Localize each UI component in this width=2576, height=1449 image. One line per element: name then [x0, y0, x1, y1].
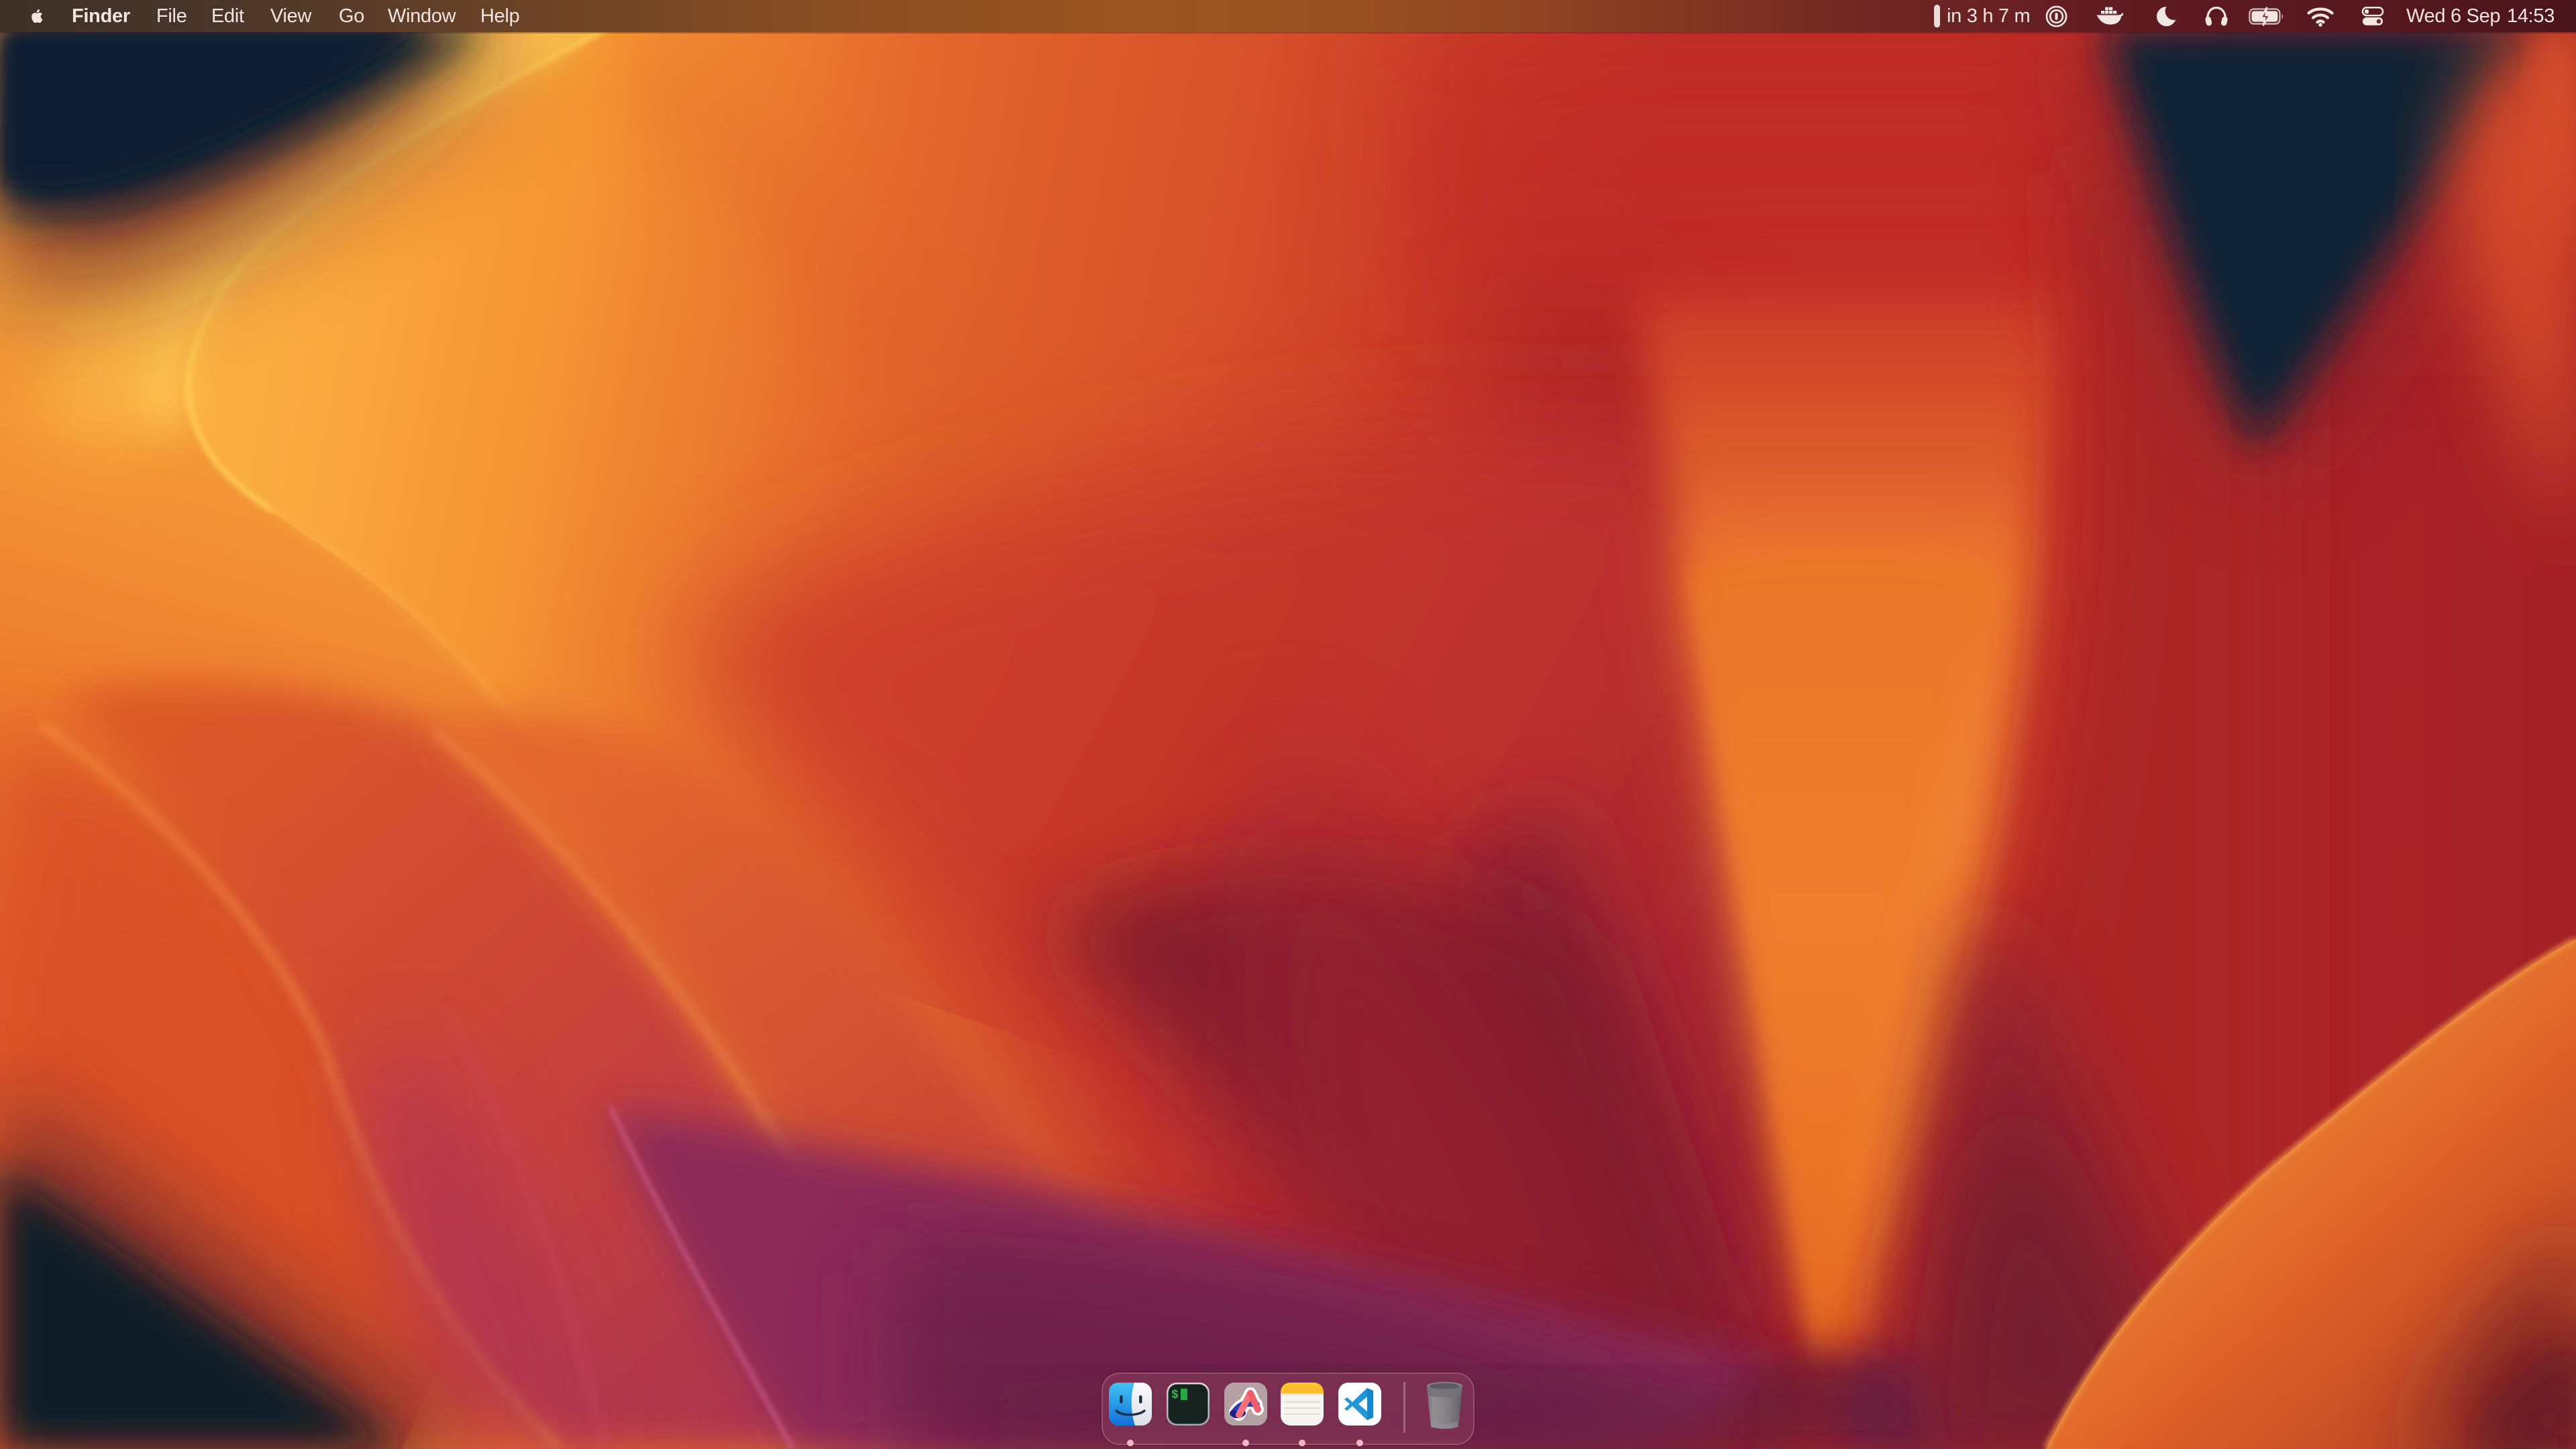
svg-text:$: $	[1171, 1389, 1179, 1402]
